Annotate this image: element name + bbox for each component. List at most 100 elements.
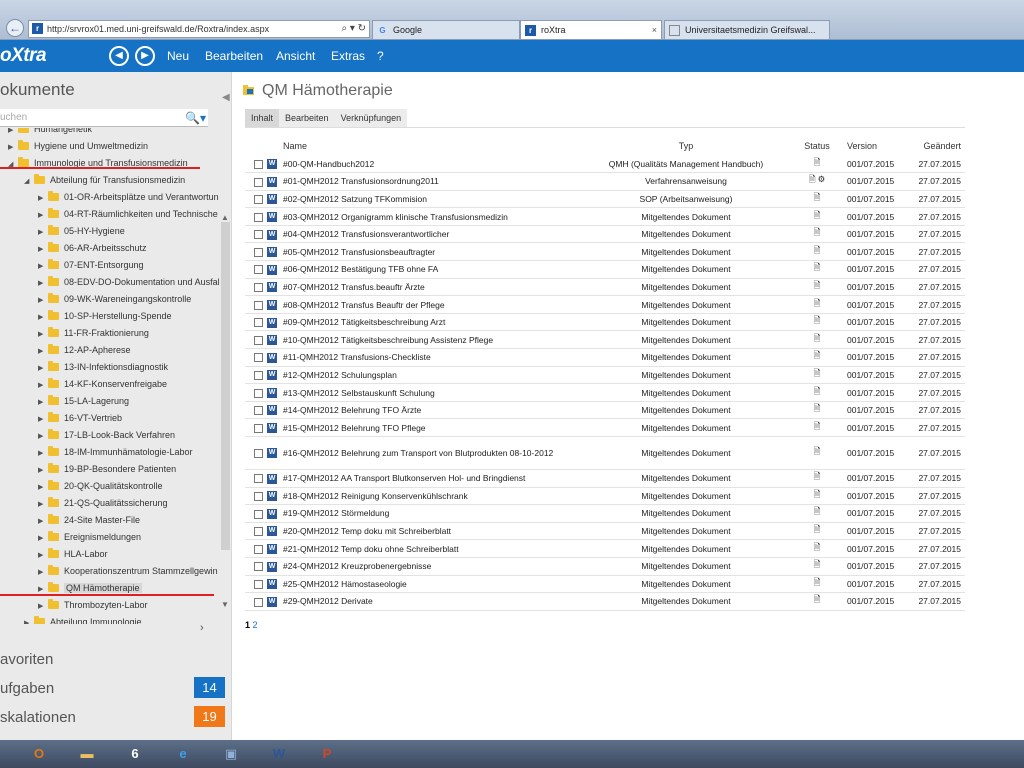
row-checkbox[interactable] [254,527,263,537]
document-name-link[interactable]: #04-QMH2012 Transfusionsverantwortlicher [283,225,581,244]
caret-right-icon[interactable]: ▶ [38,241,48,258]
tree-node[interactable]: ▶ 09-WK-Wareneingangskontrolle [38,291,191,308]
tree-node[interactable]: ◢ Immunologie und Transfusionsmedizin [8,155,188,172]
document-status-icon[interactable]: 🗎 [814,506,821,516]
row-checkbox[interactable] [254,177,263,187]
caret-right-icon[interactable]: ▶ [38,292,48,309]
row-checkbox[interactable] [254,265,263,275]
document-name-link[interactable]: #29-QMH2012 Derivate [283,592,581,611]
tab-verknuepfungen[interactable]: Verknüpfungen [335,109,408,127]
table-row[interactable]: W #12-QMH2012 Schulungsplan Mitgeltendes D… [245,366,965,385]
column-header-status[interactable]: Status [791,137,843,155]
table-row[interactable]: W #24-QMH2012 Kreuzprobenergebnisse Mitgel… [245,557,965,576]
document-name-link[interactable]: #03-QMH2012 Organigramm klinische Transf… [283,207,581,226]
document-status-icon[interactable]: 🗎 [814,559,821,569]
document-status-icon[interactable]: 🗎 [814,368,821,378]
document-status-icon[interactable]: 🗎 [814,542,821,552]
search-input[interactable]: uchen 🔍▾ [0,109,208,127]
row-checkbox[interactable] [254,212,263,222]
caret-right-icon[interactable]: ▶ [38,496,48,513]
address-bar[interactable]: r http://srvrox01.med.uni-greifswald.de/… [28,20,370,38]
document-status-icon[interactable]: 🗎 [814,489,821,499]
network-computer-icon[interactable]: ▣ [212,742,250,766]
caret-right-icon[interactable]: ▶ [38,275,48,292]
table-row[interactable]: W #29-QMH2012 Derivate Mitgeltendes Dokume… [245,592,965,611]
document-name-link[interactable]: #08-QMH2012 Transfus Beauftr der Pflege [283,295,581,314]
tree-node[interactable]: ▶ 21-QS-Qualitätssicherung [38,495,168,512]
table-row[interactable]: W #01-QMH2012 Transfusionsordnung2011 Verf… [245,172,965,191]
table-row[interactable]: W #16-QMH2012 Belehrung zum Transport von… [245,436,965,470]
caret-down-icon[interactable]: ◢ [24,173,34,190]
tree-node[interactable]: ▶ 05-HY-Hygiene [38,223,125,240]
document-status-icon[interactable]: 🗎 [814,157,821,167]
back-button[interactable]: ← [2,18,28,38]
document-status-icon[interactable]: 🗎 [814,227,821,237]
column-header-typ[interactable]: Typ [581,137,791,155]
document-status-icon[interactable]: 🗎 [814,421,821,431]
document-status-icon[interactable]: 🗎 [814,333,821,343]
row-checkbox[interactable] [254,230,263,240]
tree-node[interactable]: ▶ 10-SP-Herstellung-Spende [38,308,172,325]
menu-neu[interactable]: Neu [167,49,189,63]
document-name-link[interactable]: #01-QMH2012 Transfusionsordnung2011 [283,172,581,191]
table-row[interactable]: W #13-QMH2012 Selbstauskunft Schulung Mitg… [245,383,965,402]
document-status-icon[interactable]: 🗎 [814,386,821,396]
document-name-link[interactable]: #21-QMH2012 Temp doku ohne Schreiberblat… [283,539,581,558]
powerpoint-icon[interactable]: P [308,742,346,766]
table-row[interactable]: W #14-QMH2012 Belehrung TFO Ärzte Mitgelte… [245,401,965,420]
table-row[interactable]: W #10-QMH2012 Tätigkeitsbeschreibung Assi… [245,330,965,350]
document-name-link[interactable]: #25-QMH2012 Hämostaseologie [283,575,581,594]
table-row[interactable]: W #20-QMH2012 Temp doku mit Schreiberblat… [245,522,965,541]
page-1-link[interactable]: 1 [245,620,250,630]
document-status-icon[interactable]: 🗎 [814,262,821,272]
app-flame-icon[interactable]: 6 [116,742,154,766]
row-checkbox[interactable] [254,335,263,345]
caret-right-icon[interactable]: ▶ [38,530,48,547]
nav-back-button[interactable]: ◀ [109,46,129,66]
collapse-sidebar-icon[interactable]: ◀ [222,92,230,103]
tree-node[interactable]: ▶ 17-LB-Look-Back Verfahren [38,427,175,444]
document-status-icon[interactable]: 🗎 [814,471,821,481]
document-name-link[interactable]: #12-QMH2012 Schulungsplan [283,366,581,385]
document-name-link[interactable]: #07-QMH2012 Transfus.beauftr Ärzte [283,278,581,297]
document-status-icon[interactable]: 🗎 [814,245,821,255]
outlook-icon[interactable]: O [20,742,58,766]
document-status-icon[interactable]: 🗎 [814,577,821,587]
tree-node[interactable]: ▶ 01-OR-Arbeitsplätze und Verantwortun [38,189,219,206]
browser-tab-google[interactable]: G Google [372,20,520,39]
table-row[interactable]: W #00-QM-Handbuch2012 QMH (Qualitäts Manag… [245,155,965,174]
browser-tab-roxtra[interactable]: r roXtra × [520,20,662,39]
caret-right-icon[interactable]: ▶ [38,309,48,326]
document-status-icon[interactable]: 🗎 [814,192,821,202]
tree-node[interactable]: ▶ 06-AR-Arbeitsschutz [38,240,147,257]
row-checkbox[interactable] [254,509,263,519]
document-name-link[interactable]: #18-QMH2012 Reinigung Konservenkühlschra… [283,487,581,506]
document-status-icon[interactable]: 🗎 [809,174,816,184]
table-row[interactable]: W #18-QMH2012 Reinigung Konservenkühlschr… [245,487,965,506]
internet-explorer-icon[interactable]: e [164,742,202,766]
document-status-icon[interactable]: 🗎 [814,524,821,534]
section-favoriten[interactable]: avoriten [0,651,53,668]
row-checkbox[interactable] [254,371,263,381]
document-name-link[interactable]: #16-QMH2012 Belehrung zum Transport von … [283,436,581,470]
menu-bearbeiten[interactable]: Bearbeiten [205,49,263,63]
tree-node[interactable]: ◢ Abteilung für Transfusionsmedizin [24,172,185,189]
close-tab-icon[interactable]: × [652,21,657,39]
document-name-link[interactable]: #11-QMH2012 Transfusions-Checkliste [283,348,581,367]
table-row[interactable]: W #02-QMH2012 Satzung TFKommision SOP (Arb… [245,190,965,209]
table-row[interactable]: W #15-QMH2012 Belehrung TFO Pflege Mitgelt… [245,418,965,437]
table-row[interactable]: W #06-QMH2012 Bestätigung TFB ohne FA Mitg… [245,260,965,279]
caret-right-icon[interactable]: ▶ [38,377,48,394]
menu-ansicht[interactable]: Ansicht [276,49,315,63]
document-status-icon[interactable]: 🗎 [814,403,821,413]
caret-right-icon[interactable]: ▶ [38,258,48,275]
caret-right-icon[interactable]: ▶ [38,564,48,581]
column-header-geaendert[interactable]: Geändert [909,137,965,155]
caret-right-icon[interactable]: ▶ [38,224,48,241]
row-checkbox[interactable] [254,597,263,607]
explorer-folder-icon[interactable]: ▬ [68,742,106,766]
tree-node[interactable]: ▶ 13-IN-Infektionsdiagnostik [38,359,168,376]
document-name-link[interactable]: #00-QM-Handbuch2012 [283,155,581,174]
tree-node[interactable]: ▶ 11-FR-Fraktionierung [38,325,149,342]
document-status-icon[interactable]: 🗎 [814,315,821,325]
